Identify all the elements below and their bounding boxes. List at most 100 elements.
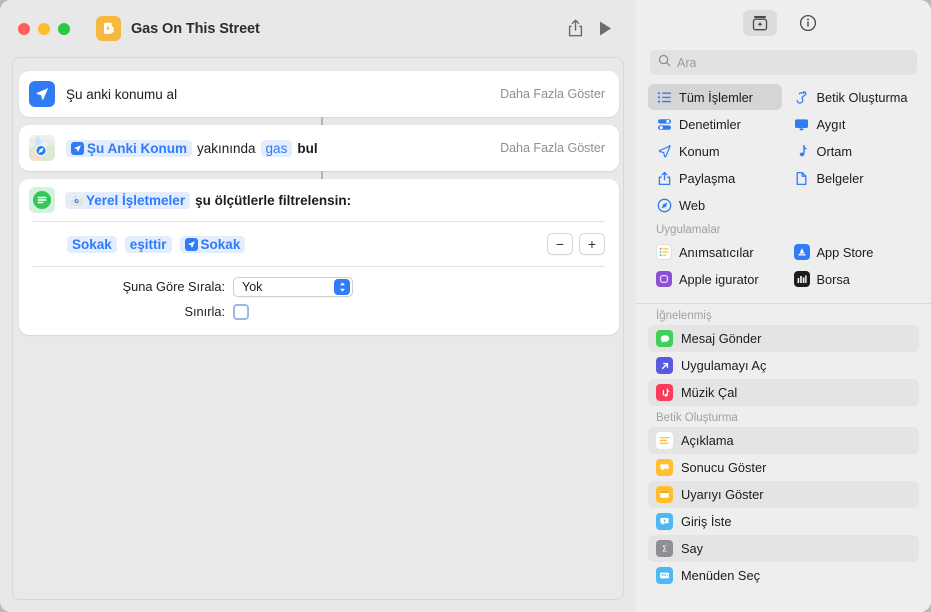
add-condition-button[interactable]: + [579,233,605,255]
location-arrow-icon [29,81,55,107]
app-label: Apple igurator [679,271,759,287]
run-button[interactable] [590,14,620,44]
shortcuts-gas-icon [96,16,121,41]
appstore-icon [793,244,810,260]
svg-text:Σ: Σ [662,544,667,553]
remove-condition-button[interactable]: − [547,233,573,255]
location-arrow-icon [71,141,84,155]
list-item-choose-from-menu[interactable]: Menüden Seç [648,562,919,589]
condition-field-token[interactable]: Sokak [67,235,117,253]
share-icon [656,170,672,186]
comment-icon [656,432,673,449]
share-button[interactable] [560,14,590,44]
search-icon [658,54,671,72]
info-circle-icon[interactable] [791,10,825,36]
apps-section-title: Uygulamalar [656,224,721,236]
show-alert-icon [656,486,673,503]
shortcuts-window: Gas On This Street Şu anki konumu al Dah… [0,0,931,612]
filter-head: Yerel İşletmeler şu ölçütlerle filtrelen… [65,191,356,209]
app-label: App Store [816,244,874,260]
location-arrow-icon [184,237,198,251]
query-token-gas[interactable]: gas [260,139,293,157]
show-more-button[interactable]: Daha Fazla Göster [500,141,605,155]
action-card-get-location[interactable]: Şu anki konumu al Daha Fazla Göster [19,71,619,117]
sort-by-select[interactable]: Yok [233,276,353,297]
list-item-label: Menüden Seç [681,568,760,583]
category-controls[interactable]: Denetimler [648,111,782,137]
category-grid: Tüm İşlemler Betik Oluşturma Denetimler … [648,84,919,218]
category-label: Paylaşma [679,170,736,186]
variable-token-current-location[interactable]: Şu Anki Konum [66,139,192,157]
maps-icon [29,135,55,161]
category-scripting[interactable]: Betik Oluşturma [786,84,920,110]
list-item-count[interactable]: Σ Say [648,535,919,562]
action-library-icon[interactable] [742,10,777,36]
condition-operator-token[interactable]: eşittir [124,235,172,253]
category-all-actions[interactable]: Tüm İşlemler [648,84,782,110]
pinned-list: Mesaj Gönder Uygulamayı Aç Müzik Çal [648,325,919,406]
category-label: Tüm İşlemler [679,89,753,105]
page-title: Gas On This Street [131,20,260,37]
category-label: Belgeler [816,170,864,186]
list-item-label: Açıklama [681,433,734,448]
list-item-show-alert[interactable]: Uyarıyı Göster [648,481,919,508]
list-item-show-result[interactable]: Sonucu Göster [648,454,919,481]
show-result-icon [656,459,673,476]
list-item-comment[interactable]: Açıklama [648,427,919,454]
app-label: Anımsatıcılar [679,244,754,260]
category-label: Denetimler [679,116,741,132]
search-placeholder: Ara [677,55,697,70]
maps-icon [70,194,83,207]
close-button[interactable] [18,22,30,35]
music-note-icon [794,143,810,159]
app-item-stocks[interactable]: Borsa [786,266,920,287]
category-web[interactable]: Web [648,192,782,218]
chevron-updown-icon [334,279,350,295]
action-word-find: bul [297,140,318,156]
category-device[interactable]: Aygıt [786,111,920,137]
action-connector [321,171,323,179]
action-card-filter[interactable]: Yerel İşletmeler şu ölçütlerle filtrelen… [19,179,619,335]
zoom-button[interactable] [58,22,70,35]
app-item-app-store[interactable]: App Store [786,239,920,265]
scripting-section-title: Betik Oluşturma [656,412,738,424]
choose-menu-icon [656,567,673,584]
list-item-label: Müzik Çal [681,385,738,400]
traffic-lights[interactable] [18,22,70,35]
list-item-play-music[interactable]: Müzik Çal [648,379,919,406]
location-arrow-icon [656,143,672,159]
display-icon [794,116,810,132]
category-label: Web [679,197,706,213]
search-field[interactable]: Ara [650,50,917,75]
token-label: Sokak [200,236,241,252]
list-bullet-icon [656,89,672,105]
category-media[interactable]: Ortam [786,138,920,164]
filter-options: Şuna Göre Sırala: Yok Sınırla: [19,267,619,324]
list-item-label: Sonucu Göster [681,460,767,475]
minimize-button[interactable] [38,22,50,35]
count-sigma-icon: Σ [656,540,673,557]
limit-label: Sınırla: [184,304,225,319]
variable-token-local-businesses[interactable]: Yerel İşletmeler [65,191,191,209]
list-item-open-app[interactable]: Uygulamayı Aç [648,352,919,379]
list-item-ask-for-input[interactable]: Giriş İste [648,508,919,535]
title-bar: Gas On This Street [0,0,636,57]
document-icon [794,170,810,186]
music-icon [656,384,673,401]
list-item-send-message[interactable]: Mesaj Gönder [648,325,919,352]
condition-value-token[interactable]: Sokak [179,235,246,253]
workflow-canvas: Şu anki konumu al Daha Fazla Göster Şu A… [12,57,624,600]
category-documents[interactable]: Belgeler [786,165,920,191]
app-label: Borsa [816,271,850,287]
category-sharing[interactable]: Paylaşma [648,165,782,191]
show-more-button[interactable]: Daha Fazla Göster [500,87,605,101]
category-location[interactable]: Konum [648,138,782,164]
app-item-reminders[interactable]: Anımsatıcılar [648,239,782,265]
action-card-search-maps[interactable]: Şu Anki Konum yakınında gas bul Daha Faz… [19,125,619,171]
app-item-apple-configurator[interactable]: Apple igurator [648,266,782,287]
limit-checkbox[interactable] [233,303,249,320]
editor-pane: Gas On This Street Şu anki konumu al Dah… [0,0,636,612]
apple-configurator-icon [656,271,672,287]
action-content: Şu Anki Konum yakınında gas bul [66,139,323,157]
category-label: Aygıt [816,116,846,132]
